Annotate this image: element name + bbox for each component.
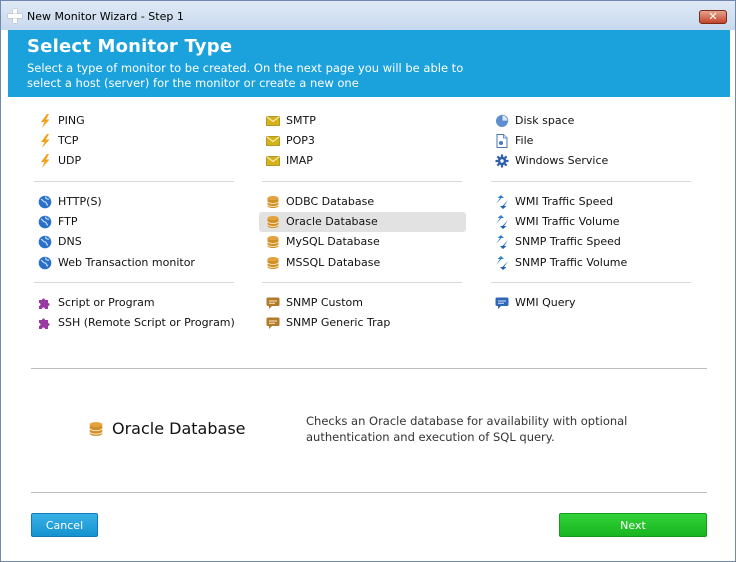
wmi-chat-icon (495, 296, 509, 310)
monitor-type-disk-space[interactable]: Disk space (488, 111, 695, 131)
monitor-type-udp[interactable]: UDP (31, 151, 238, 171)
monitor-type-odbc-database[interactable]: ODBC Database (259, 192, 466, 212)
monitor-type-mssql-database[interactable]: MSSQL Database (259, 253, 466, 273)
file-icon (495, 134, 509, 149)
app-plus-icon (8, 9, 22, 23)
monitor-type-snmp-traffic-volume[interactable]: SNMP Traffic Volume (488, 253, 695, 273)
monitor-type-web-transaction-monitor[interactable]: Web Transaction monitor (31, 253, 238, 273)
bolt-icon (38, 114, 52, 128)
puzzle-icon (38, 296, 52, 310)
monitor-type-label: WMI Traffic Speed (515, 195, 614, 208)
globe-icon (38, 195, 52, 209)
group-separator (34, 282, 234, 283)
group-separator (262, 181, 462, 182)
detail-database-icon (88, 421, 104, 437)
mail-icon (266, 114, 280, 128)
chat-icon (266, 316, 280, 330)
chat-icon (266, 296, 280, 310)
monitor-type-wmi-query[interactable]: WMI Query (488, 293, 695, 313)
header-banner: Select Monitor Type Select a type of mon… (8, 30, 730, 97)
monitor-type-dns[interactable]: DNS (31, 232, 238, 252)
monitor-type-label: Disk space (515, 114, 575, 127)
monitor-type-label: MSSQL Database (286, 255, 381, 269)
monitor-type-snmp-custom[interactable]: SNMP Custom (259, 293, 466, 313)
monitor-type-mysql-database[interactable]: MySQL Database (259, 232, 466, 252)
mail-icon (266, 154, 280, 168)
database-icon (266, 195, 280, 209)
monitor-type-label: DNS (58, 235, 82, 249)
monitor-type-wmi-traffic-speed[interactable]: WMI Traffic Speed (488, 192, 695, 212)
monitor-type-imap[interactable]: IMAP (259, 151, 466, 171)
monitor-type-label: UDP (58, 154, 82, 168)
detail-monitor-name: Oracle Database (112, 419, 246, 438)
monitor-type-label: SMTP (286, 114, 316, 127)
monitor-type-snmp-traffic-speed[interactable]: SNMP Traffic Speed (488, 232, 695, 252)
database-icon (266, 235, 280, 249)
group-separator (34, 181, 234, 182)
monitor-type-oracle-database[interactable]: Oracle Database (259, 212, 466, 233)
divider-top (31, 368, 707, 369)
monitor-type-snmp-generic-trap[interactable]: SNMP Generic Trap (259, 313, 466, 333)
monitor-type-ping[interactable]: PING (31, 111, 238, 131)
monitor-type-label: FTP (58, 215, 78, 229)
monitor-type-label: Windows Service (515, 154, 609, 168)
globe-icon (38, 235, 52, 249)
monitor-type-label: ODBC Database (286, 195, 375, 208)
monitor-type-label: SNMP Traffic Volume (515, 255, 628, 269)
monitor-type-label: SSH (Remote Script or Program) (58, 316, 235, 330)
window-title: New Monitor Wizard - Step 1 (27, 10, 184, 23)
traffic-icon (495, 255, 509, 270)
group-separator (262, 282, 462, 283)
bolt-icon (38, 154, 52, 169)
monitor-type-label: IMAP (286, 154, 313, 168)
divider-bottom (31, 492, 707, 493)
monitor-type-label: Oracle Database (286, 215, 378, 229)
group-separator (491, 181, 691, 182)
traffic-icon (495, 235, 509, 250)
bolt-icon (38, 134, 52, 149)
monitor-type-label: Web Transaction monitor (58, 255, 195, 269)
monitor-type-label: HTTP(S) (58, 195, 102, 208)
page-title: Select Monitor Type (27, 36, 233, 57)
title-bar[interactable]: New Monitor Wizard - Step 1 ✕ (1, 1, 735, 30)
traffic-icon (495, 215, 509, 230)
monitor-type-file[interactable]: File (488, 131, 695, 151)
monitor-type-label: MySQL Database (286, 235, 380, 249)
close-button[interactable]: ✕ (699, 10, 727, 24)
group-separator (491, 282, 691, 283)
monitor-type-smtp[interactable]: SMTP (259, 111, 466, 131)
wizard-window: New Monitor Wizard - Step 1 ✕ Select Mon… (0, 0, 736, 562)
monitor-type-label: Script or Program (58, 296, 155, 309)
monitor-type-http-s[interactable]: HTTP(S) (31, 192, 238, 212)
globe-icon (38, 256, 52, 270)
puzzle-icon (38, 316, 52, 330)
next-button[interactable]: Next (559, 513, 707, 537)
monitor-type-label: POP3 (286, 134, 315, 148)
monitor-type-ftp[interactable]: FTP (31, 212, 238, 232)
traffic-icon (495, 195, 509, 209)
monitor-type-script-or-program[interactable]: Script or Program (31, 293, 238, 313)
monitor-type-ssh-remote-script-or-program[interactable]: SSH (Remote Script or Program) (31, 313, 238, 333)
monitor-type-label: SNMP Traffic Speed (515, 235, 621, 249)
monitor-type-tcp[interactable]: TCP (31, 131, 238, 151)
globe-icon (38, 215, 52, 229)
monitor-type-label: WMI Traffic Volume (515, 215, 620, 229)
database-icon (266, 256, 280, 270)
database-icon (266, 215, 280, 229)
monitor-type-label: PING (58, 114, 85, 127)
monitor-type-pop3[interactable]: POP3 (259, 131, 466, 151)
page-subtitle: Select a type of monitor to be created. … (27, 61, 464, 90)
pie-icon (495, 114, 509, 128)
cancel-button[interactable]: Cancel (31, 513, 98, 537)
monitor-type-label: SNMP Generic Trap (286, 316, 391, 330)
monitor-type-label: WMI Query (515, 296, 576, 309)
monitor-type-label: SNMP Custom (286, 296, 363, 309)
detail-description: Checks an Oracle database for availabili… (306, 414, 628, 444)
monitor-type-label: File (515, 134, 534, 148)
monitor-type-label: TCP (58, 134, 79, 148)
monitor-type-wmi-traffic-volume[interactable]: WMI Traffic Volume (488, 212, 695, 232)
gear-icon (495, 154, 509, 168)
mail-icon (266, 134, 280, 148)
monitor-type-windows-service[interactable]: Windows Service (488, 151, 695, 171)
